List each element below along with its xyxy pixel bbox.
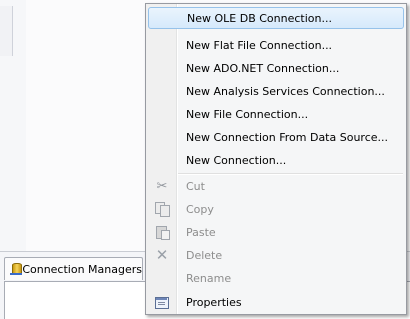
menu-item-rename[interactable]: Rename	[148, 267, 404, 289]
delete-icon: ✕	[155, 246, 169, 264]
tab-label: Connection Managers	[22, 262, 142, 276]
menu-item-cut[interactable]: ✂ Cut	[148, 175, 404, 197]
menu-item-copy[interactable]: Copy	[148, 198, 404, 220]
menu-item-label: Copy	[186, 202, 214, 216]
paste-icon	[155, 225, 170, 240]
menu-item-label: New File Connection...	[186, 107, 309, 121]
menu-item-label: New Flat File Connection...	[186, 38, 333, 52]
menu-item-new-file-connection[interactable]: New File Connection...	[148, 103, 404, 125]
tab-connection-managers[interactable]: Connection Managers	[4, 257, 143, 280]
menu-item-label: New Connection...	[186, 153, 287, 167]
context-menu: New OLE DB Connection... New Flat File C…	[145, 3, 407, 315]
copy-icon	[155, 202, 170, 217]
menu-item-label: Delete	[186, 248, 223, 262]
menu-item-new-ado-net-connection[interactable]: New ADO.NET Connection...	[148, 57, 404, 79]
scissors-icon: ✂	[156, 178, 168, 194]
menu-item-label: Cut	[186, 179, 205, 193]
menu-item-new-flat-file-connection[interactable]: New Flat File Connection...	[148, 34, 404, 56]
menu-item-paste[interactable]: Paste	[148, 221, 404, 243]
menu-item-properties[interactable]: Properties	[148, 291, 404, 313]
menu-item-delete[interactable]: ✕ Delete	[148, 244, 404, 266]
menu-item-label: Properties	[186, 295, 242, 309]
menu-item-new-ole-db-connection[interactable]: New OLE DB Connection...	[148, 7, 404, 29]
menu-item-label: Paste	[186, 225, 216, 239]
left-panel-strip	[0, 6, 13, 56]
menu-item-label: Rename	[186, 271, 232, 285]
left-panel-edge	[0, 0, 27, 252]
menu-item-new-connection[interactable]: New Connection...	[148, 149, 404, 171]
properties-icon	[155, 296, 169, 309]
connection-manager-icon	[10, 262, 22, 276]
menu-item-label: New Analysis Services Connection...	[186, 84, 385, 98]
menu-item-label: New Connection From Data Source...	[186, 130, 389, 144]
menu-item-new-analysis-services-connection[interactable]: New Analysis Services Connection...	[148, 80, 404, 102]
menu-item-label: New ADO.NET Connection...	[186, 61, 340, 75]
menu-item-new-connection-from-data-source[interactable]: New Connection From Data Source...	[148, 126, 404, 148]
menu-item-label: New OLE DB Connection...	[187, 11, 332, 25]
